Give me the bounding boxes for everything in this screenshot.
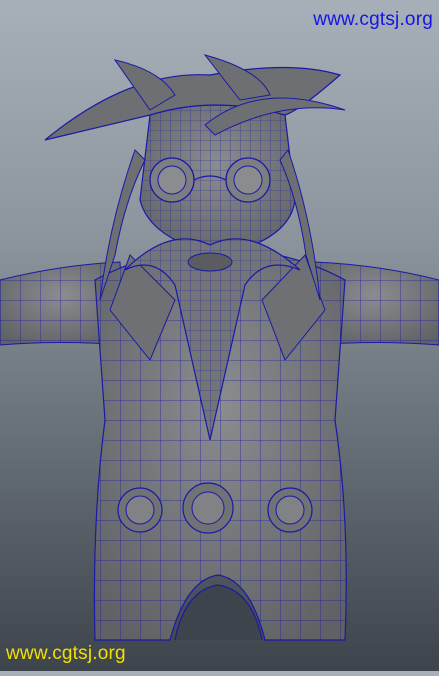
character-model-wireframe[interactable]	[0, 0, 439, 671]
watermark-bottom: www.cgtsj.org	[6, 643, 126, 664]
coat-buttons	[117, 482, 313, 534]
watermark-top: www.cgtsj.org	[313, 9, 433, 30]
3d-viewport[interactable]: www.cgtsj.org www.cgtsj.org	[0, 0, 439, 671]
